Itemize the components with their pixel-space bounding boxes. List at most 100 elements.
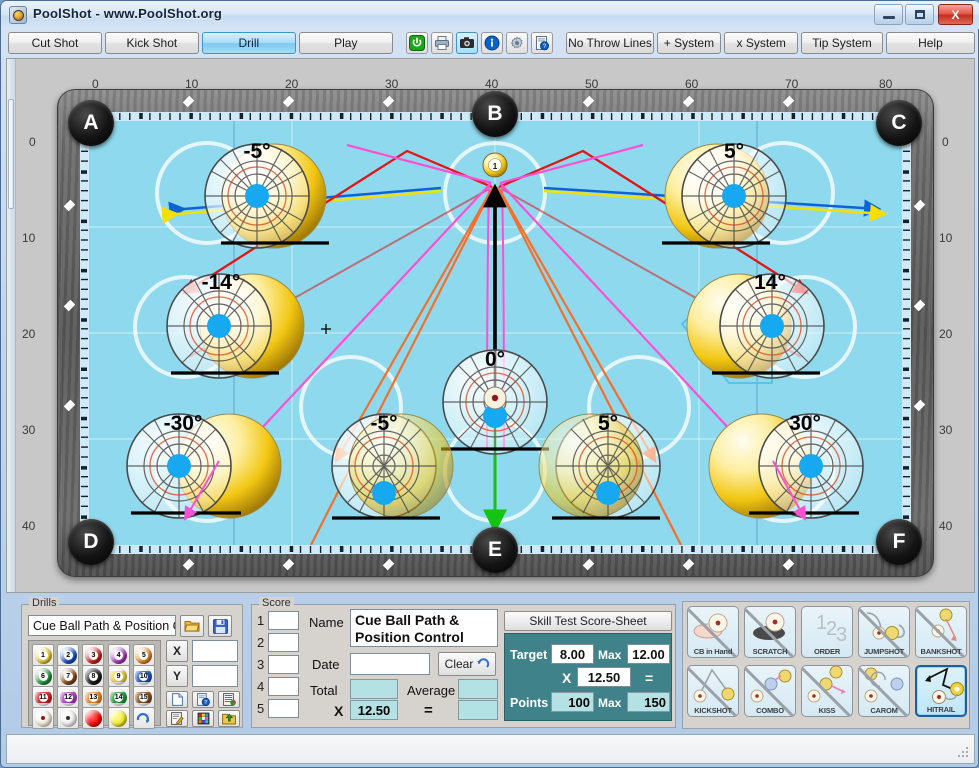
ball-button-4[interactable]: 4 xyxy=(107,644,130,666)
rail-diamond-left xyxy=(63,299,76,312)
resize-grip[interactable] xyxy=(957,747,969,759)
drill-select[interactable]: Cue Ball Path & Position Control A xyxy=(28,615,176,636)
x-system-button[interactable]: x System xyxy=(724,32,799,54)
svg-text:?: ? xyxy=(204,700,207,706)
calc-x-label: X xyxy=(562,670,572,686)
multiplier-value[interactable]: 12.50 xyxy=(350,700,398,720)
score-row-label-1: 1 xyxy=(257,613,265,628)
vertical-scrollbar[interactable] xyxy=(7,59,16,592)
x-coordinate-input[interactable] xyxy=(192,640,238,662)
object-ball-1: 1 xyxy=(482,152,508,178)
yellow-ball-button[interactable] xyxy=(107,707,130,729)
cue-ball-red-dot-button[interactable] xyxy=(32,707,54,729)
help-button[interactable]: Help xyxy=(885,32,976,54)
pocket-f[interactable]: F xyxy=(876,519,922,565)
ball-group-plus14: 14° xyxy=(686,271,825,379)
pocket-c[interactable]: C xyxy=(876,100,922,146)
ball-button-5[interactable]: 5 xyxy=(132,644,155,666)
order-tile[interactable]: 123 ORDER xyxy=(801,606,853,658)
tab-cut-shot[interactable]: Cut Shot xyxy=(8,32,102,54)
table-canvas[interactable]: 0 10 20 30 40 50 60 70 80 0 10 20 30 40 … xyxy=(6,58,975,593)
skill-test-scoresheet-button[interactable]: Skill Test Score-Sheet xyxy=(504,611,672,631)
ruler-right-40: 40 xyxy=(939,519,953,533)
edit-note-icon[interactable] xyxy=(166,710,188,727)
y-coordinate-button[interactable]: Y xyxy=(166,665,188,687)
score-row-input-4[interactable] xyxy=(268,677,299,696)
ball-button-7[interactable]: 7 xyxy=(57,665,80,687)
floppy-save-icon[interactable] xyxy=(208,615,232,637)
bankshot-tile[interactable]: BANKSHOT xyxy=(915,606,967,658)
target-value[interactable]: 8.00 xyxy=(551,644,594,664)
cue-ball-black-dot-button[interactable] xyxy=(57,707,80,729)
x-coordinate-button[interactable]: X xyxy=(166,640,188,662)
rail-diamond-right xyxy=(913,299,926,312)
document-help-icon[interactable]: ? xyxy=(530,32,553,54)
plus-system-button[interactable]: + System xyxy=(656,32,722,54)
y-coordinate-input[interactable] xyxy=(192,665,238,687)
tile-label: KISS xyxy=(818,706,836,715)
ball-button-1[interactable]: 1 xyxy=(32,644,54,666)
pool-table[interactable]: x xyxy=(57,89,934,577)
new-document-icon[interactable] xyxy=(166,691,188,708)
ball-button-14[interactable]: 14 xyxy=(107,686,130,708)
export-folder-icon[interactable] xyxy=(218,710,240,727)
score-row-input-2[interactable] xyxy=(268,633,299,652)
camera-icon[interactable] xyxy=(456,32,479,54)
ball-button-11[interactable]: 11 xyxy=(32,686,54,708)
score-row-input-1[interactable] xyxy=(268,611,299,630)
ball-rack[interactable]: 1 2 3 4 5 6 7 8 9 10 11 12 13 14 15 xyxy=(28,640,161,729)
calc-x-value[interactable]: 12.50 xyxy=(577,667,631,687)
print-icon[interactable] xyxy=(431,32,454,54)
tab-kick-shot[interactable]: Kick Shot xyxy=(104,32,199,54)
minimize-button[interactable] xyxy=(874,4,903,25)
combo-tile[interactable]: COMBO xyxy=(744,665,796,717)
rail-diamond-left xyxy=(63,399,76,412)
ball-button-2[interactable]: 2 xyxy=(57,644,80,666)
total-value xyxy=(350,679,398,699)
pocket-e[interactable]: E xyxy=(472,527,518,573)
score-row-input-3[interactable] xyxy=(268,655,299,674)
red-ball-button[interactable] xyxy=(82,707,105,729)
folder-open-icon[interactable] xyxy=(180,615,204,637)
pocket-d[interactable]: D xyxy=(68,519,114,565)
jumpshot-tile[interactable]: JUMPSHOT xyxy=(858,606,910,658)
ball-button-9[interactable]: 9 xyxy=(107,665,130,687)
info-icon[interactable] xyxy=(481,32,503,54)
close-button[interactable]: X xyxy=(938,4,973,25)
ruler-left-40: 40 xyxy=(22,519,36,533)
ball-button-13[interactable]: 13 xyxy=(82,686,105,708)
tab-play[interactable]: Play xyxy=(298,32,393,54)
ball-button-3[interactable]: 3 xyxy=(82,644,105,666)
cue-ball-in-hand-tile[interactable]: CB in Hand xyxy=(687,606,739,658)
gear-icon[interactable] xyxy=(505,32,528,54)
color-palette-icon[interactable] xyxy=(192,710,214,727)
hitrail-tile[interactable]: HITRAIL xyxy=(915,665,967,717)
document-help-icon[interactable]: ? xyxy=(192,691,214,708)
table-list-icon[interactable] xyxy=(218,691,240,708)
power-icon[interactable] xyxy=(406,32,429,54)
no-throw-lines-button[interactable]: No Throw Lines xyxy=(566,32,654,54)
carom-tile[interactable]: CAROM xyxy=(858,665,910,717)
pocket-a[interactable]: A xyxy=(68,100,114,146)
tab-drill[interactable]: Drill xyxy=(201,32,296,54)
tile-label: BANKSHOT xyxy=(920,647,962,656)
tip-system-button[interactable]: Tip System xyxy=(801,32,883,54)
maximize-button[interactable] xyxy=(905,4,934,25)
reset-arrow-icon[interactable] xyxy=(132,707,155,729)
score-row-input-5[interactable] xyxy=(268,699,299,718)
scratch-tile[interactable]: SCRATCH xyxy=(744,606,796,658)
ball-button-6[interactable]: 6 xyxy=(32,665,54,687)
clear-button[interactable]: Clear xyxy=(438,652,496,676)
ball-button-12[interactable]: 12 xyxy=(57,686,80,708)
drill-name-value[interactable]: Cue Ball Path & Position Control xyxy=(350,609,498,647)
ball-angle-label: -5° xyxy=(370,412,397,435)
points-label: Points xyxy=(510,696,549,710)
ball-button-15[interactable]: 15 xyxy=(132,686,155,708)
ball-button-10[interactable]: 10 xyxy=(132,665,155,687)
kiss-tile[interactable]: KISS xyxy=(801,665,853,717)
pocket-b[interactable]: B xyxy=(472,91,518,137)
date-input[interactable] xyxy=(350,653,430,675)
table-cloth[interactable]: x xyxy=(89,121,902,545)
ball-button-8[interactable]: 8 xyxy=(82,665,105,687)
kickshot-tile[interactable]: KICKSHOT xyxy=(687,665,739,717)
